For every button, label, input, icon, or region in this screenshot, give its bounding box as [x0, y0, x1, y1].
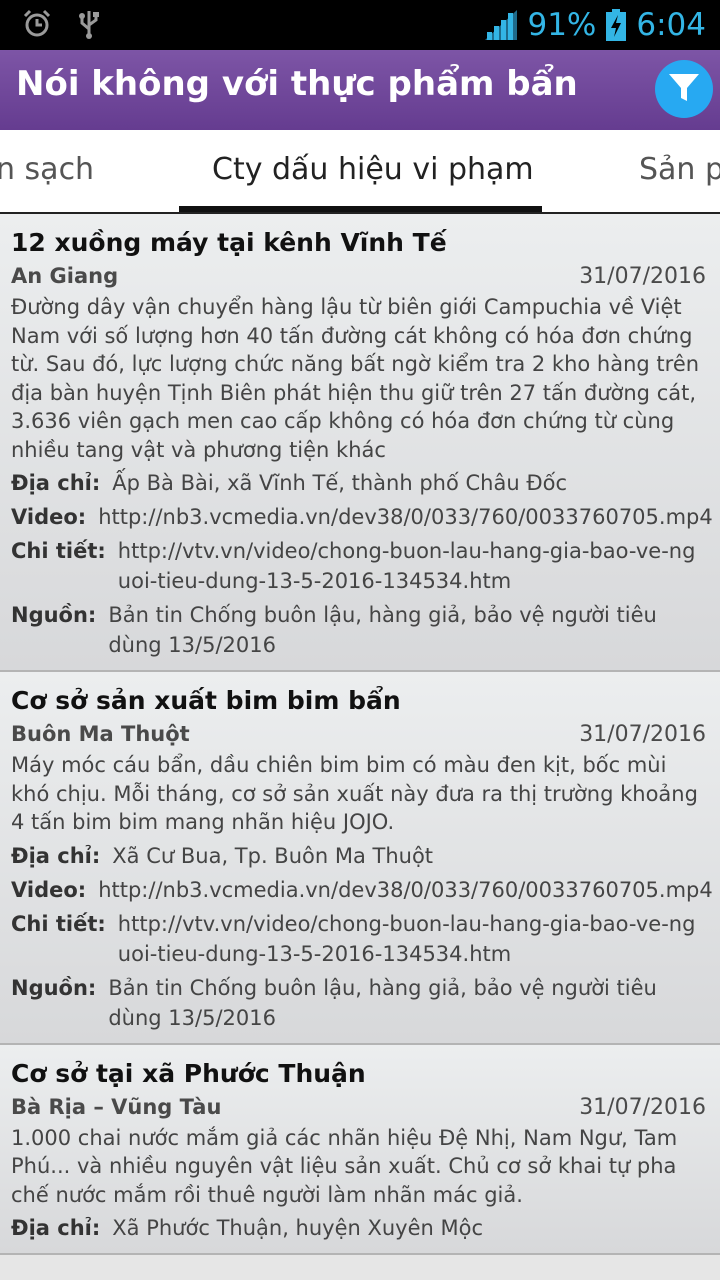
address-value: Xã Cư Bua, Tp. Buôn Ma Thuột [112, 843, 434, 868]
video-label: Video: [11, 877, 87, 902]
tab-products[interactable]: Sản p [639, 152, 720, 187]
violation-list: 12 xuồng máy tại kênh Vĩnh Tế An Giang 3… [0, 214, 720, 1255]
address-value: Ấp Bà Bài, xã Vĩnh Tế, thành phố Châu Đố… [112, 471, 567, 495]
source-row: Nguồn: Bản tin Chống buôn lậu, hàng giả,… [11, 973, 706, 1033]
address-row: Địa chỉ: Ấp Bà Bài, xã Vĩnh Tế, thành ph… [11, 468, 706, 498]
list-item[interactable]: Cơ sở sản xuất bim bim bẩn Buôn Ma Thuột… [0, 672, 720, 1045]
tab-violating-companies[interactable]: Cty dấu hiệu vi phạm [212, 152, 534, 187]
address-value: Xã Phước Thuận, huyện Xuyên Mộc [112, 1216, 484, 1240]
filter-icon [667, 70, 701, 108]
tab-bar: n sạch Cty dấu hiệu vi phạm Sản p [0, 130, 720, 214]
video-row: Video: http://nb3.vcmedia.vn/dev38/0/033… [11, 875, 713, 905]
item-location: An Giang [11, 264, 119, 288]
list-item[interactable]: 12 xuồng máy tại kênh Vĩnh Tế An Giang 3… [0, 214, 720, 672]
video-link[interactable]: http://nb3.vcmedia.vn/dev38/0/033/760/00… [98, 502, 713, 532]
detail-row: Chi tiết: http://vtv.vn/video/chong-buon… [11, 536, 706, 596]
battery-charging-icon [606, 9, 627, 41]
item-date: 31/07/2016 [579, 1094, 706, 1120]
detail-row: Chi tiết: http://vtv.vn/video/chong-buon… [11, 909, 706, 969]
item-description: Máy móc cáu bẩn, dầu chiên bim bim có mà… [11, 753, 698, 834]
video-link[interactable]: http://nb3.vcmedia.vn/dev38/0/033/760/00… [98, 875, 713, 905]
address-row: Địa chỉ: Xã Phước Thuận, huyện Xuyên Mộc [11, 1213, 706, 1243]
item-description: 1.000 chai nước mắm giả các nhãn hiệu Đệ… [11, 1125, 678, 1207]
tab-clean-products[interactable]: n sạch [0, 152, 94, 187]
address-label: Địa chỉ: [11, 843, 101, 868]
item-date: 31/07/2016 [579, 722, 706, 747]
source-label: Nguồn: [11, 603, 97, 627]
source-value: Bản tin Chống buôn lậu, hàng giả, bảo vệ… [108, 975, 657, 1030]
source-label: Nguồn: [11, 975, 97, 1000]
usb-icon [78, 9, 100, 39]
app-title: Nói không với thực phẩm bẩn [16, 64, 578, 104]
item-location: Buôn Ma Thuột [11, 722, 190, 746]
app-bar: Nói không với thực phẩm bẩn [0, 50, 720, 130]
video-row: Video: http://nb3.vcmedia.vn/dev38/0/033… [11, 502, 713, 532]
item-date: 31/07/2016 [579, 264, 706, 289]
signal-icon [483, 10, 518, 40]
source-value: Bản tin Chống buôn lậu, hàng giả, bảo vệ… [108, 603, 657, 657]
detail-label: Chi tiết: [11, 911, 106, 936]
address-label: Địa chỉ: [11, 471, 101, 495]
item-title: 12 xuồng máy tại kênh Vĩnh Tế [11, 228, 447, 257]
list-item[interactable]: Cơ sở tại xã Phước Thuận Bà Rịa – Vũng T… [0, 1044, 720, 1255]
item-description: Đường dây vận chuyển hàng lậu từ biên gi… [11, 295, 700, 462]
source-row: Nguồn: Bản tin Chống buôn lậu, hàng giả,… [11, 600, 706, 660]
detail-label: Chi tiết: [11, 539, 106, 563]
detail-link[interactable]: http://vtv.vn/video/chong-buon-lau-hang-… [118, 536, 706, 596]
filter-button[interactable] [655, 60, 713, 118]
battery-percent: 91% [527, 7, 597, 43]
address-label: Địa chỉ: [11, 1216, 101, 1240]
alarm-icon [22, 9, 52, 39]
address-row: Địa chỉ: Xã Cư Bua, Tp. Buôn Ma Thuột [11, 841, 706, 871]
clock: 6:04 [636, 7, 706, 43]
item-location: Bà Rịa – Vũng Tàu [11, 1094, 222, 1119]
detail-link[interactable]: http://vtv.vn/video/chong-buon-lau-hang-… [118, 909, 706, 969]
item-title: Cơ sở sản xuất bim bim bẩn [11, 686, 401, 715]
item-title: Cơ sở tại xã Phước Thuận [11, 1058, 366, 1088]
status-bar: 91% 6:04 [0, 0, 720, 50]
tab-indicator [179, 206, 542, 212]
video-label: Video: [11, 505, 87, 529]
